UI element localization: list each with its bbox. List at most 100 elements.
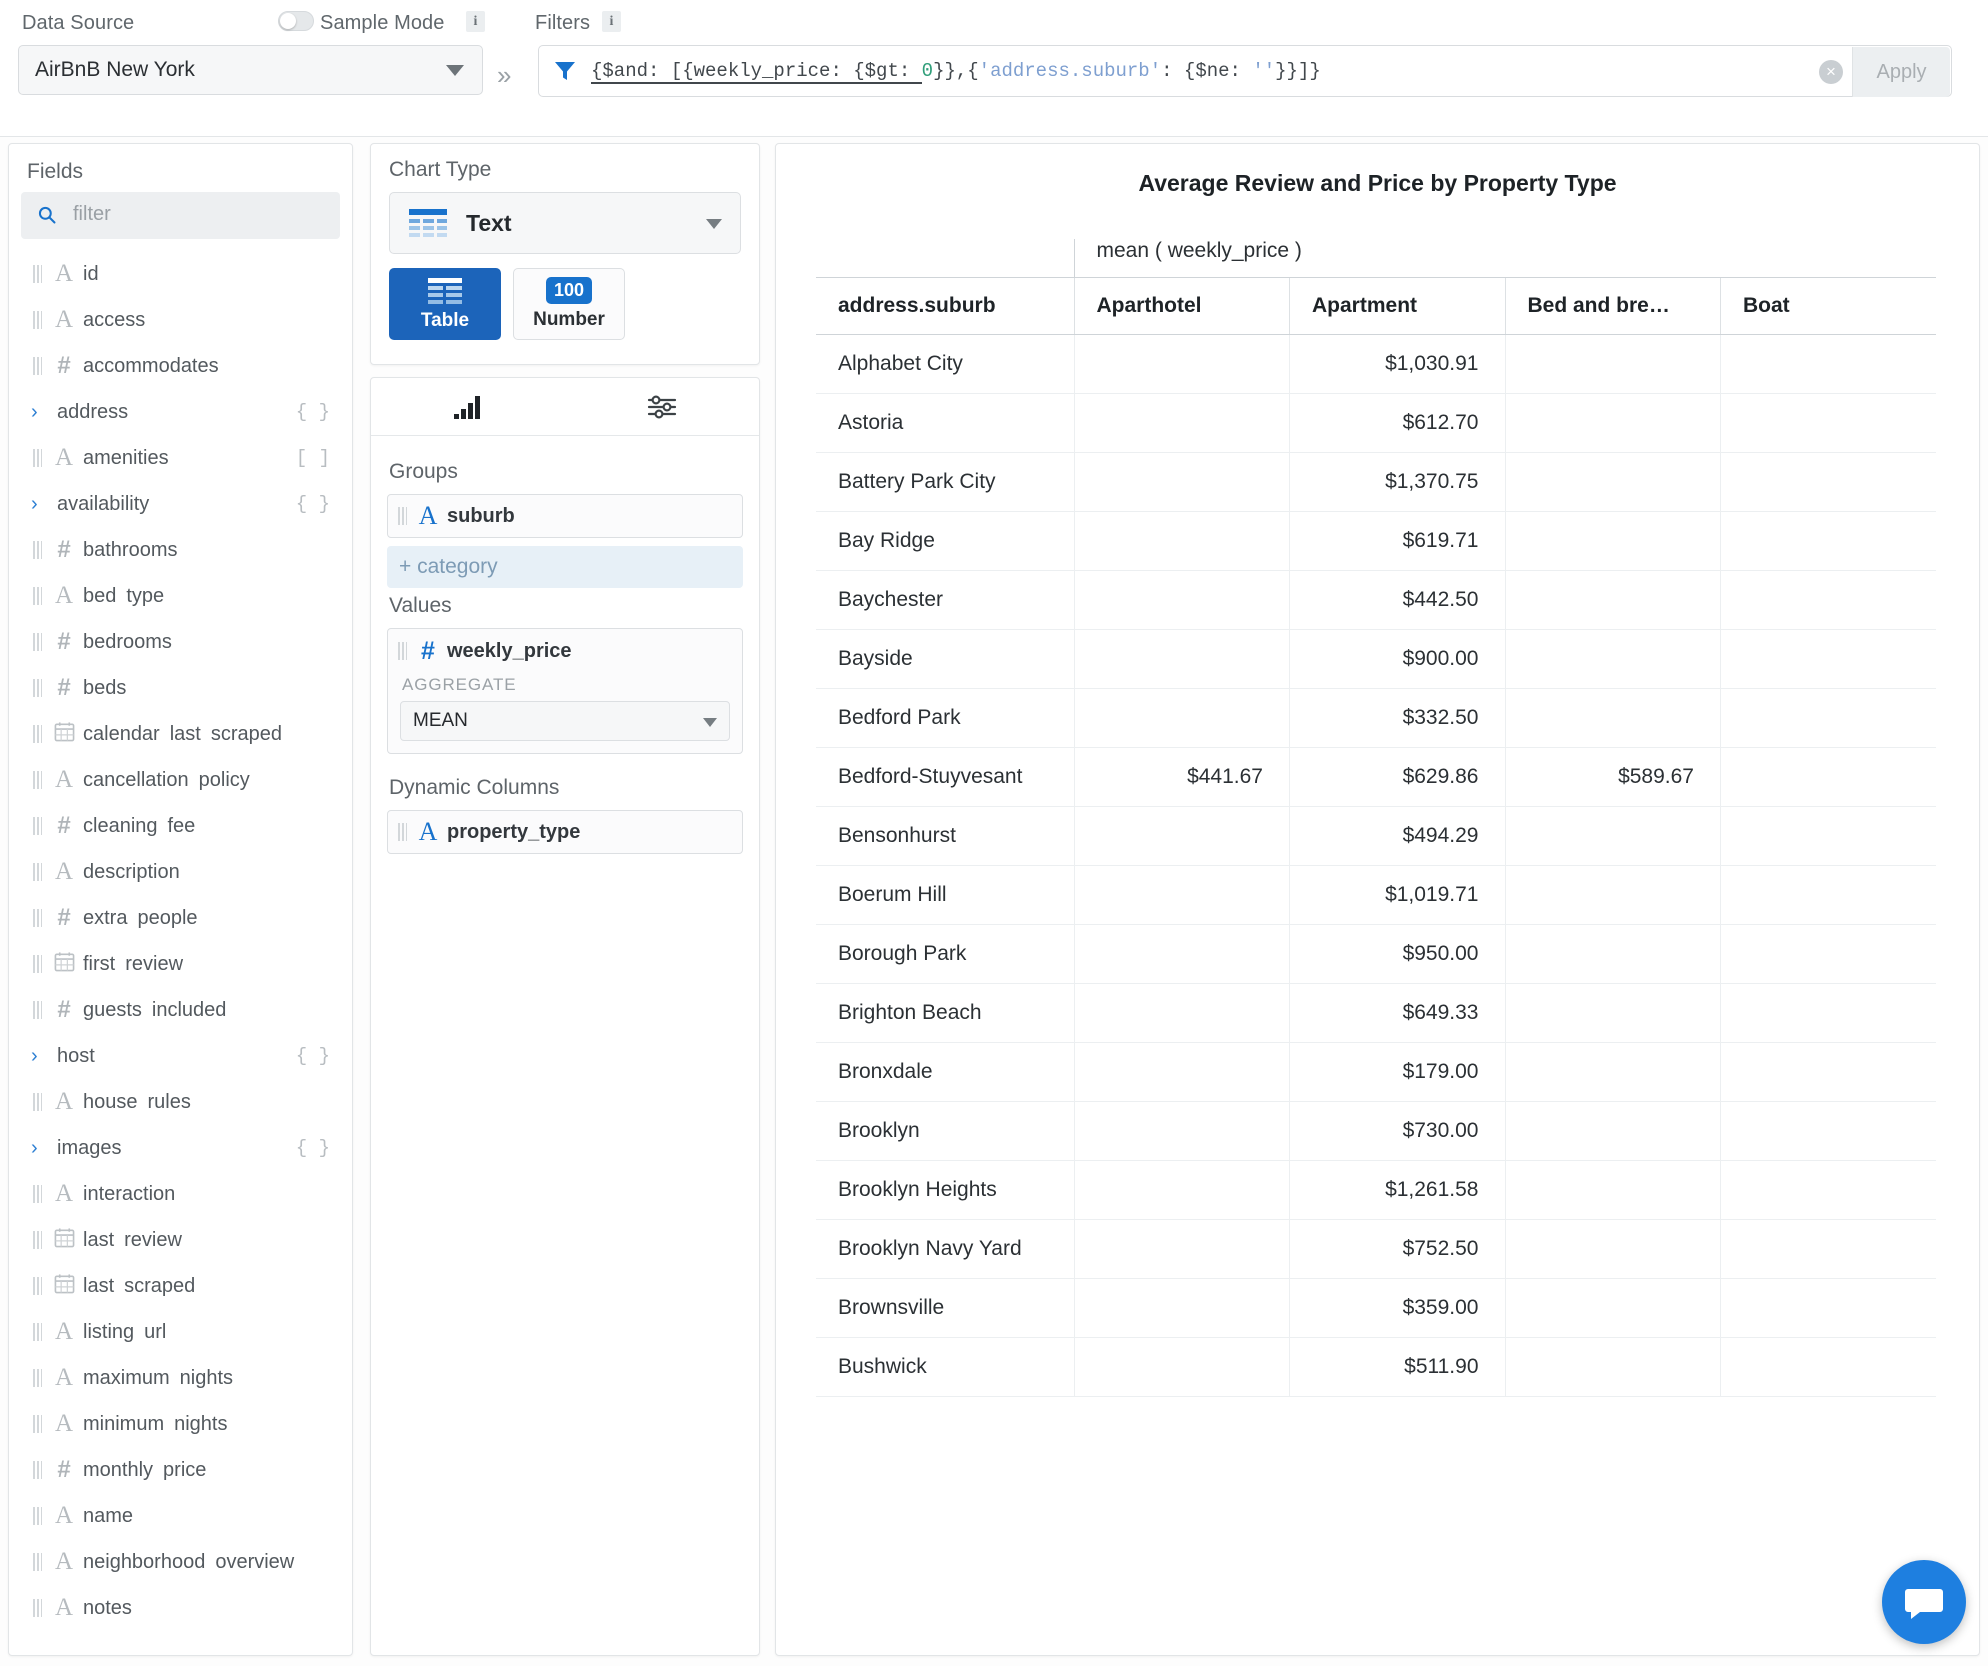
- field-row-id[interactable]: Aid: [9, 251, 352, 297]
- drag-handle-icon[interactable]: [33, 1461, 42, 1479]
- drag-handle-icon[interactable]: [33, 679, 42, 697]
- drag-handle-icon[interactable]: [398, 642, 407, 660]
- table-row[interactable]: Bedford Park$332.50: [816, 689, 1936, 748]
- clear-filter-icon[interactable]: ×: [1819, 60, 1843, 84]
- chevron-right-icon[interactable]: ›: [31, 1045, 53, 1068]
- drag-handle-icon[interactable]: [33, 1507, 42, 1525]
- drag-handle-icon[interactable]: [33, 1599, 42, 1617]
- table-row[interactable]: Brighton Beach$649.33: [816, 984, 1936, 1043]
- chevron-right-icon[interactable]: ›: [31, 401, 53, 424]
- drag-handle-icon[interactable]: [33, 1553, 42, 1571]
- table-row[interactable]: Bushwick$511.90: [816, 1338, 1936, 1397]
- drag-handle-icon[interactable]: [33, 909, 42, 927]
- pivot-header-cell[interactable]: Boat: [1721, 278, 1937, 335]
- field-row-beds[interactable]: #beds: [9, 665, 352, 711]
- dynamic-columns-pill-property-type[interactable]: A property_type: [387, 810, 743, 854]
- field-row-amenities[interactable]: Aamenities[ ]: [9, 435, 352, 481]
- field-row-notes[interactable]: Anotes: [9, 1585, 352, 1631]
- pivot-header-row-label[interactable]: address.suburb: [816, 278, 1074, 335]
- apply-button[interactable]: Apply: [1852, 47, 1950, 97]
- drag-handle-icon[interactable]: [33, 587, 42, 605]
- chevron-right-icon[interactable]: ›: [31, 1137, 53, 1160]
- drag-handle-icon[interactable]: [33, 357, 42, 375]
- table-row[interactable]: Baychester$442.50: [816, 571, 1936, 630]
- drag-handle-icon[interactable]: [33, 863, 42, 881]
- drag-handle-icon[interactable]: [33, 1369, 42, 1387]
- data-source-select[interactable]: AirBnB New York: [18, 45, 483, 95]
- table-row[interactable]: Battery Park City$1,370.75: [816, 453, 1936, 512]
- drag-handle-icon[interactable]: [33, 265, 42, 283]
- table-row[interactable]: Brooklyn Navy Yard$752.50: [816, 1220, 1936, 1279]
- field-row-cleaning_fee[interactable]: #cleaning fee: [9, 803, 352, 849]
- add-category-button[interactable]: + category: [387, 546, 743, 588]
- drag-handle-icon[interactable]: [33, 725, 42, 743]
- field-row-monthly_price[interactable]: #monthly price: [9, 1447, 352, 1493]
- field-row-bed_type[interactable]: Abed type: [9, 573, 352, 619]
- drag-handle-icon[interactable]: [33, 955, 42, 973]
- pivot-header-cell[interactable]: Aparthotel: [1074, 278, 1290, 335]
- filter-expression[interactable]: {$and: [{weekly_price: {$gt: 0}},{'addre…: [591, 58, 1821, 84]
- table-row[interactable]: Brooklyn$730.00: [816, 1102, 1936, 1161]
- field-row-host[interactable]: ›host{ }: [9, 1033, 352, 1079]
- table-row[interactable]: Alphabet City$1,030.91: [816, 335, 1936, 394]
- drag-handle-icon[interactable]: [33, 311, 42, 329]
- drag-handle-icon[interactable]: [33, 1415, 42, 1433]
- chart-type-number-button[interactable]: 100 Number: [513, 268, 625, 340]
- field-row-last_review[interactable]: last review: [9, 1217, 352, 1263]
- drag-handle-icon[interactable]: [33, 1231, 42, 1249]
- pivot-header-cell[interactable]: Apartment: [1290, 278, 1506, 335]
- field-row-last_scraped[interactable]: last scraped: [9, 1263, 352, 1309]
- drag-handle-icon[interactable]: [33, 1185, 42, 1203]
- values-pill-weekly-price[interactable]: # weekly_price: [388, 629, 742, 673]
- field-row-bedrooms[interactable]: #bedrooms: [9, 619, 352, 665]
- groups-pill-suburb[interactable]: A suburb: [387, 494, 743, 538]
- field-row-accommodates[interactable]: #accommodates: [9, 343, 352, 389]
- table-row[interactable]: Bayside$900.00: [816, 630, 1936, 689]
- field-row-access[interactable]: Aaccess: [9, 297, 352, 343]
- chevron-right-icon[interactable]: ›: [31, 493, 53, 516]
- table-row[interactable]: Astoria$612.70: [816, 394, 1936, 453]
- field-row-extra_people[interactable]: #extra people: [9, 895, 352, 941]
- field-row-cancellation_policy[interactable]: Acancellation policy: [9, 757, 352, 803]
- drag-handle-icon[interactable]: [33, 817, 42, 835]
- table-row[interactable]: Bronxdale$179.00: [816, 1043, 1936, 1102]
- drag-handle-icon[interactable]: [33, 1277, 42, 1295]
- chat-launcher-button[interactable]: [1882, 1560, 1966, 1644]
- table-row[interactable]: Borough Park$950.00: [816, 925, 1936, 984]
- field-row-maximum_nights[interactable]: Amaximum nights: [9, 1355, 352, 1401]
- field-row-interaction[interactable]: Ainteraction: [9, 1171, 352, 1217]
- fields-filter-input[interactable]: filter: [21, 192, 340, 239]
- drag-handle-icon[interactable]: [398, 507, 407, 525]
- field-row-calendar_last_scraped[interactable]: calendar last scraped: [9, 711, 352, 757]
- table-row[interactable]: Boerum Hill$1,019.71: [816, 866, 1936, 925]
- table-row[interactable]: Bay Ridge$619.71: [816, 512, 1936, 571]
- table-row[interactable]: Brooklyn Heights$1,261.58: [816, 1161, 1936, 1220]
- field-row-neighborhood_overview[interactable]: Aneighborhood overview: [9, 1539, 352, 1585]
- drag-handle-icon[interactable]: [33, 1323, 42, 1341]
- field-row-minimum_nights[interactable]: Aminimum nights: [9, 1401, 352, 1447]
- aggregate-select[interactable]: MEAN: [400, 701, 730, 741]
- drag-handle-icon[interactable]: [398, 823, 407, 841]
- field-row-address[interactable]: ›address{ }: [9, 389, 352, 435]
- drag-handle-icon[interactable]: [33, 1001, 42, 1019]
- info-icon[interactable]: i: [602, 11, 621, 32]
- table-row[interactable]: Bedford-Stuyvesant$441.67$629.86$589.67: [816, 748, 1936, 807]
- tab-settings[interactable]: [565, 378, 759, 435]
- table-row[interactable]: Bensonhurst$494.29: [816, 807, 1936, 866]
- drag-handle-icon[interactable]: [33, 633, 42, 651]
- drag-handle-icon[interactable]: [33, 449, 42, 467]
- field-row-guests_included[interactable]: #guests included: [9, 987, 352, 1033]
- field-row-availability[interactable]: ›availability{ }: [9, 481, 352, 527]
- chart-type-table-button[interactable]: Table: [389, 268, 501, 340]
- field-row-house_rules[interactable]: Ahouse rules: [9, 1079, 352, 1125]
- field-row-listing_url[interactable]: Alisting url: [9, 1309, 352, 1355]
- field-row-description[interactable]: Adescription: [9, 849, 352, 895]
- chart-type-select[interactable]: Text: [389, 192, 741, 254]
- field-row-name[interactable]: Aname: [9, 1493, 352, 1539]
- drag-handle-icon[interactable]: [33, 541, 42, 559]
- drag-handle-icon[interactable]: [33, 771, 42, 789]
- pivot-header-cell[interactable]: Bed and bre…: [1505, 278, 1721, 335]
- tab-data[interactable]: [371, 378, 565, 435]
- field-row-images[interactable]: ›images{ }: [9, 1125, 352, 1171]
- field-row-bathrooms[interactable]: #bathrooms: [9, 527, 352, 573]
